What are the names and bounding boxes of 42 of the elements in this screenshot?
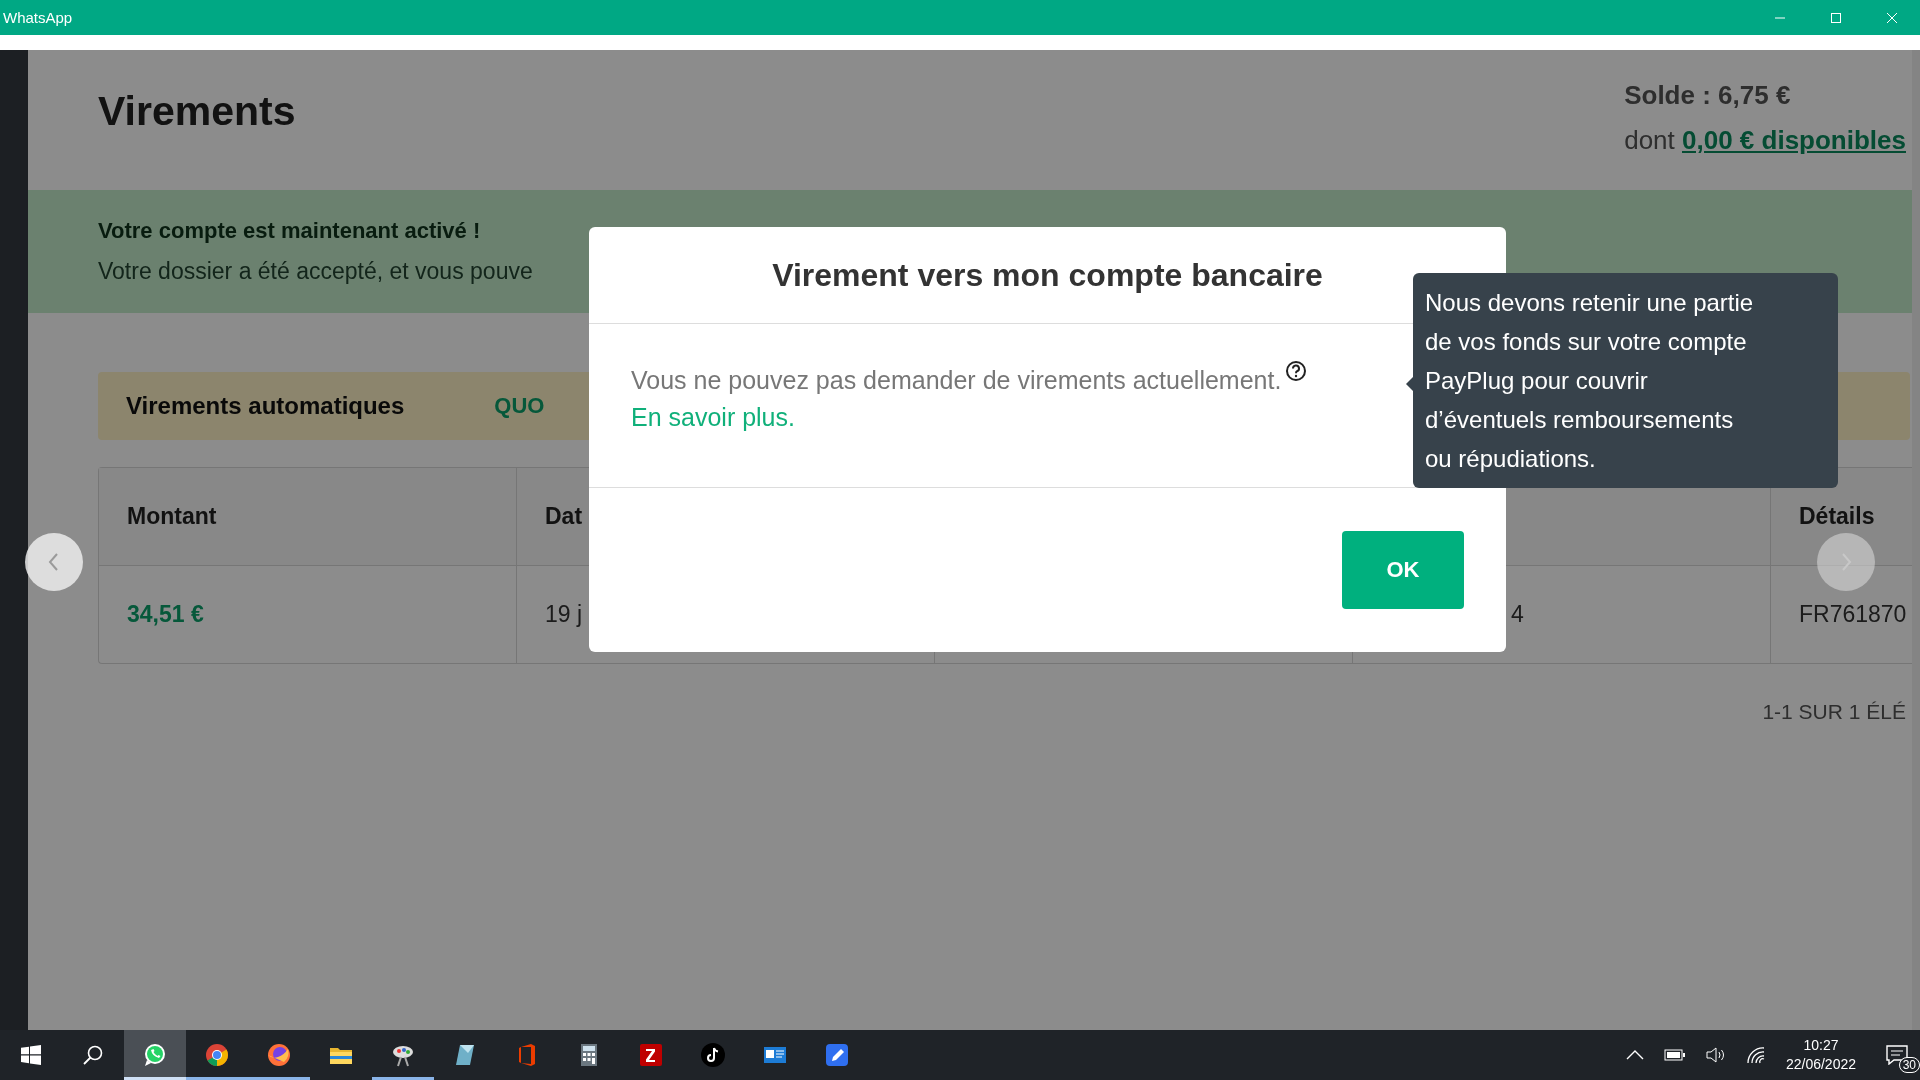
- help-icon[interactable]: [1285, 360, 1308, 382]
- pagination-text: 1-1 SUR 1 ÉLÉ: [1762, 700, 1906, 724]
- close-icon: [1886, 11, 1898, 24]
- pen-icon: [823, 1041, 851, 1069]
- notification-badge: 30: [1898, 1057, 1920, 1073]
- table-cell: FR761870: [1799, 601, 1907, 628]
- music-note-icon: [699, 1041, 727, 1069]
- clock-time: 10:27: [1803, 1036, 1839, 1055]
- battery-icon[interactable]: [1663, 1048, 1686, 1062]
- balance-text: Solde : 6,75 €: [1624, 80, 1792, 111]
- table-cell: 34,51 €: [127, 601, 204, 628]
- table-cell: 19 j: [545, 601, 583, 628]
- clock-date: 22/06/2022: [1785, 1055, 1856, 1074]
- column-header: Détails: [1799, 503, 1875, 530]
- ok-button[interactable]: OK: [1342, 531, 1464, 609]
- clock[interactable]: 10:27 22/06/2022: [1785, 1036, 1856, 1074]
- tooltip-text: Nous devons retenir une partie de vos fonds sur votre compte PayPlug pour couvrir d’éventuels remboursements ou répudiations.: [1425, 288, 1755, 474]
- chevron-up-icon[interactable]: [1625, 1049, 1644, 1061]
- maximize-icon: [1830, 11, 1842, 24]
- page-heading: Virements: [98, 88, 296, 135]
- letter-tile-icon: [637, 1041, 665, 1069]
- column-header: Dat: [545, 503, 583, 530]
- available-link[interactable]: 0,00 € disponibles: [1682, 125, 1906, 155]
- fox-globe-icon: [265, 1041, 293, 1069]
- column-header: Montant: [127, 503, 217, 530]
- window-title: WhatsApp: [2, 9, 73, 26]
- taskbar-app-button[interactable]: [124, 1030, 186, 1080]
- available-label: dont: [1624, 125, 1675, 155]
- table-cell: 4: [1511, 601, 1524, 628]
- search-icon: [82, 1044, 104, 1066]
- learn-more-link[interactable]: En savoir plus.: [631, 403, 795, 432]
- dialog-message: Vous ne pouvez pas demander de virements actuellement.: [631, 366, 1282, 395]
- windows-logo-icon: [21, 1045, 41, 1065]
- wifi-icon[interactable]: [1745, 1046, 1766, 1064]
- auto-transfer-label: Virements automatiques: [126, 392, 405, 420]
- scrollbar[interactable]: [1912, 50, 1920, 1030]
- speaker-icon[interactable]: [1705, 1047, 1726, 1063]
- frequency-label: QUO: [494, 393, 545, 419]
- banner-text: Votre dossier a été accepté, et vous pouve: [98, 258, 533, 285]
- dialog-title: Virement vers mon compte bancaire: [772, 256, 1323, 294]
- banner-title: Votre compte est maintenant activé !: [98, 218, 481, 244]
- round-logo-icon: [203, 1041, 231, 1069]
